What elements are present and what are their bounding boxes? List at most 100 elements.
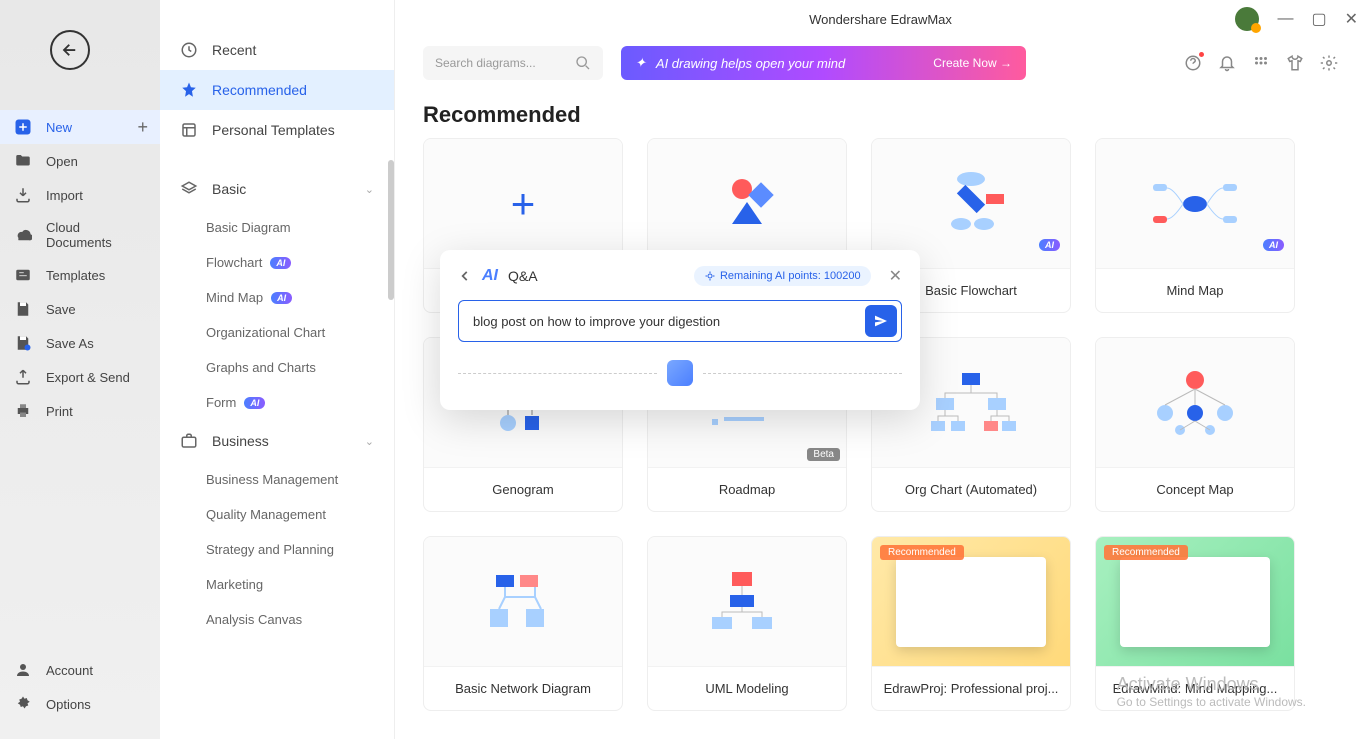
nav-export-send[interactable]: Export & Send: [0, 360, 160, 394]
toolbar-right: [1184, 54, 1338, 72]
grid-icon[interactable]: [1252, 54, 1270, 72]
briefcase-icon: [180, 432, 198, 450]
nav-account[interactable]: Account: [0, 653, 160, 687]
print-icon: [14, 402, 32, 420]
nav-label: Save As: [46, 336, 94, 351]
nav-label: Options: [46, 697, 91, 712]
ai-dialog-header: AI Q&A Remaining AI points: 100200 ✕: [458, 266, 902, 286]
sub-marketing[interactable]: Marketing: [160, 567, 394, 602]
card-label: EdrawProj: Professional proj...: [872, 666, 1070, 710]
sub-graphs-charts[interactable]: Graphs and Charts: [160, 350, 394, 385]
sub-strategy-planning[interactable]: Strategy and Planning: [160, 532, 394, 567]
ai-badge: AI: [271, 292, 292, 304]
nav-label: Account: [46, 663, 93, 678]
sub-analysis-canvas[interactable]: Analysis Canvas: [160, 602, 394, 637]
nav-import[interactable]: Import: [0, 178, 160, 212]
bot-icon: [667, 360, 693, 386]
card-concept-map[interactable]: Concept Map: [1095, 337, 1295, 512]
plus-square-icon: [14, 118, 32, 136]
mid-recommended[interactable]: Recommended: [160, 70, 394, 110]
template-icon: [180, 121, 198, 139]
ai-prompt-input[interactable]: [463, 305, 857, 337]
beta-badge: Beta: [807, 448, 840, 461]
nav-label: Save: [46, 302, 76, 317]
sub-label: Marketing: [206, 577, 263, 592]
card-mind-map[interactable]: AI Mind Map: [1095, 138, 1295, 313]
recommended-badge: Recommended: [1104, 545, 1188, 560]
bell-icon[interactable]: [1218, 54, 1236, 72]
mid-label: Recommended: [212, 82, 307, 98]
chevron-down-icon: ⌄: [365, 435, 374, 448]
nav-templates[interactable]: Templates: [0, 258, 160, 292]
sparkle-icon: ✦: [635, 55, 646, 71]
settings-icon[interactable]: [1320, 54, 1338, 72]
dialog-back-button[interactable]: [458, 269, 472, 283]
tag-icon: [180, 180, 198, 198]
sub-label: Organizational Chart: [206, 325, 325, 340]
sub-basic-diagram[interactable]: Basic Diagram: [160, 210, 394, 245]
ai-points-badge[interactable]: Remaining AI points: 100200: [694, 266, 871, 286]
card-basic-network[interactable]: Basic Network Diagram: [423, 536, 623, 711]
ai-send-button[interactable]: [865, 305, 897, 337]
create-now-button[interactable]: Create Now →: [933, 56, 1012, 70]
mid-recent[interactable]: Recent: [160, 30, 394, 70]
recommended-badge: Recommended: [880, 545, 964, 560]
clock-icon: [180, 41, 198, 59]
nav-options[interactable]: Options: [0, 687, 160, 721]
back-button[interactable]: [50, 30, 90, 70]
mid-personal-templates[interactable]: Personal Templates: [160, 110, 394, 150]
sub-label: Form: [206, 395, 236, 410]
plus-icon: +: [137, 117, 148, 138]
ai-badge: AI: [270, 257, 291, 269]
card-label: Genogram: [424, 467, 622, 511]
close-button[interactable]: ✕: [1345, 9, 1358, 29]
sub-quality-mgmt[interactable]: Quality Management: [160, 497, 394, 532]
import-icon: [14, 186, 32, 204]
template-grid: + AI Basic Flowchart AI Mind Map Genogra…: [395, 138, 1366, 711]
card-uml[interactable]: UML Modeling: [647, 536, 847, 711]
target-icon: [704, 270, 716, 282]
help-icon[interactable]: [1184, 54, 1202, 72]
sub-form[interactable]: FormAI: [160, 385, 394, 420]
ai-badge: AI: [1039, 239, 1060, 251]
search-input[interactable]: Search diagrams...: [423, 46, 603, 80]
section-business[interactable]: Business ⌄: [160, 420, 394, 462]
nav-save-as[interactable]: Save As: [0, 326, 160, 360]
card-label: Mind Map: [1096, 268, 1294, 312]
maximize-button[interactable]: ▢: [1311, 9, 1326, 29]
user-avatar[interactable]: [1235, 7, 1259, 31]
card-label: UML Modeling: [648, 666, 846, 710]
ai-banner[interactable]: ✦ AI drawing helps open your mind Create…: [621, 46, 1026, 80]
nav-save[interactable]: Save: [0, 292, 160, 326]
export-icon: [14, 368, 32, 386]
search-icon: [575, 55, 591, 71]
section-basic[interactable]: Basic ⌄: [160, 168, 394, 210]
save-as-icon: [14, 334, 32, 352]
orgchart-icon: [926, 368, 1016, 438]
folder-icon: [14, 152, 32, 170]
minimize-button[interactable]: —: [1277, 10, 1293, 28]
dialog-close-button[interactable]: ✕: [889, 266, 902, 286]
sub-label: Strategy and Planning: [206, 542, 334, 557]
card-edrawmind[interactable]: Recommended EdrawMind: Mind Mapping...: [1095, 536, 1295, 711]
sub-org-chart[interactable]: Organizational Chart: [160, 315, 394, 350]
ai-banner-text: AI drawing helps open your mind: [656, 56, 845, 71]
window-controls: — ▢ ✕: [1235, 7, 1358, 31]
nav-new[interactable]: New +: [0, 110, 160, 144]
nav-label: Import: [46, 188, 83, 203]
card-edrawproj[interactable]: Recommended EdrawProj: Professional proj…: [871, 536, 1071, 711]
dialog-title: Q&A: [508, 268, 538, 284]
points-text: Remaining AI points: 100200: [720, 270, 861, 282]
shapes-icon: [712, 174, 782, 234]
sub-business-mgmt[interactable]: Business Management: [160, 462, 394, 497]
card-label: Basic Network Diagram: [424, 666, 622, 710]
sub-mind-map[interactable]: Mind MapAI: [160, 280, 394, 315]
nav-open[interactable]: Open: [0, 144, 160, 178]
mindmap-icon: [1145, 174, 1245, 234]
shirt-icon[interactable]: [1286, 54, 1304, 72]
nav-print[interactable]: Print: [0, 394, 160, 428]
uml-icon: [702, 567, 792, 637]
scrollbar[interactable]: [388, 160, 394, 300]
nav-cloud-documents[interactable]: Cloud Documents: [0, 212, 160, 258]
sub-flowchart[interactable]: FlowchartAI: [160, 245, 394, 280]
